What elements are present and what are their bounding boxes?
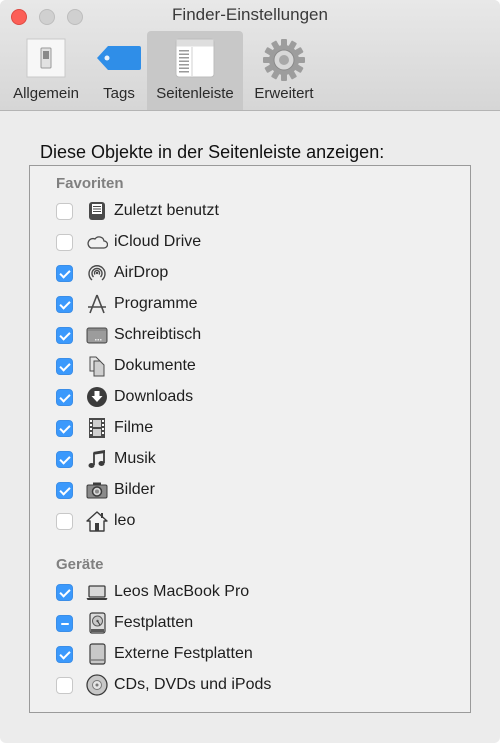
checkbox[interactable] (56, 265, 73, 282)
item-label: Zuletzt benutzt (114, 202, 219, 219)
list-item-externe-festplatten[interactable]: Externe Festplatten (56, 642, 436, 666)
downloads-icon (86, 386, 108, 408)
external-disk-icon (86, 643, 108, 665)
checkbox[interactable] (56, 615, 73, 632)
finder-preferences-window: Finder-Einstellungen Allgemein Tags Seit… (0, 0, 500, 743)
tab-seitenleiste[interactable]: Seitenleiste (147, 31, 243, 110)
documents-icon (86, 355, 108, 377)
list-item-downloads[interactable]: Downloads (56, 385, 436, 409)
item-label: Musik (114, 450, 156, 467)
sidebar-icon (175, 38, 215, 83)
checkbox[interactable] (56, 296, 73, 313)
tab-tags[interactable]: Tags (94, 31, 144, 110)
applications-icon (86, 293, 108, 315)
airdrop-icon (86, 262, 108, 284)
home-icon (86, 510, 108, 532)
music-note-icon (86, 448, 108, 470)
checkbox[interactable] (56, 584, 73, 601)
list-item-airdrop[interactable]: AirDrop (56, 261, 436, 285)
checkbox[interactable] (56, 482, 73, 499)
tab-label: Seitenleiste (156, 85, 234, 102)
item-label: Downloads (114, 388, 194, 405)
titlebar: Finder-Einstellungen Allgemein Tags Seit… (0, 0, 500, 111)
list-item-cds-dvds-ipods[interactable]: CDs, DVDs und iPods (56, 673, 436, 697)
switch-icon (26, 38, 66, 83)
tag-icon (96, 45, 142, 76)
list-item-leo[interactable]: leo (56, 509, 436, 533)
section-title-favoriten: Favoriten (56, 175, 124, 192)
checkbox[interactable] (56, 646, 73, 663)
checkbox[interactable] (56, 420, 73, 437)
item-label: Bilder (114, 481, 155, 498)
item-label: Externe Festplatten (114, 645, 253, 662)
tab-label: Allgemein (13, 85, 79, 102)
checkbox[interactable] (56, 234, 73, 251)
checkbox[interactable] (56, 327, 73, 344)
laptop-icon (86, 581, 108, 603)
recents-icon (86, 200, 108, 222)
section-heading: Diese Objekte in der Seitenleiste anzeig… (40, 142, 385, 162)
window-title: Finder-Einstellungen (172, 5, 328, 24)
desktop-icon (86, 324, 108, 346)
list-item-festplatten[interactable]: Festplatten (56, 611, 436, 635)
list-item-leos-macbook-pro[interactable]: Leos MacBook Pro (56, 580, 436, 604)
tab-allgemein[interactable]: Allgemein (6, 31, 86, 110)
item-label: Festplatten (114, 614, 194, 631)
item-label: leo (114, 512, 136, 529)
optical-disc-icon (86, 674, 108, 696)
item-label: Filme (114, 419, 154, 436)
camera-icon (86, 479, 108, 501)
checkbox[interactable] (56, 513, 73, 530)
item-label: CDs, DVDs und iPods (114, 676, 272, 693)
hard-disk-icon (86, 612, 108, 634)
list-item-programme[interactable]: Programme (56, 292, 436, 316)
checkbox[interactable] (56, 677, 73, 694)
list-item-icloud-drive[interactable]: iCloud Drive (56, 230, 436, 254)
tab-label: Tags (103, 85, 135, 102)
cloud-icon (86, 231, 109, 253)
checkbox[interactable] (56, 451, 73, 468)
gear-icon (262, 38, 306, 87)
list-item-schreibtisch[interactable]: Schreibtisch (56, 323, 436, 347)
list-item-bilder[interactable]: Bilder (56, 478, 436, 502)
item-label: AirDrop (114, 264, 169, 281)
list-item-dokumente[interactable]: Dokumente (56, 354, 436, 378)
list-item-filme[interactable]: Filme (56, 416, 436, 440)
item-label: Dokumente (114, 357, 196, 374)
item-label: Leos MacBook Pro (114, 583, 250, 600)
list-item-musik[interactable]: Musik (56, 447, 436, 471)
list-item-zuletzt-benutzt[interactable]: Zuletzt benutzt (56, 199, 436, 223)
item-label: Programme (114, 295, 198, 312)
film-icon (86, 417, 108, 439)
item-label: Schreibtisch (114, 326, 202, 343)
tab-erweitert[interactable]: Erweitert (246, 31, 322, 110)
section-title-geraete: Geräte (56, 556, 104, 573)
tab-label: Erweitert (254, 85, 314, 102)
checkbox[interactable] (56, 358, 73, 375)
item-label: iCloud Drive (114, 233, 202, 250)
checkbox[interactable] (56, 203, 73, 220)
checkbox[interactable] (56, 389, 73, 406)
